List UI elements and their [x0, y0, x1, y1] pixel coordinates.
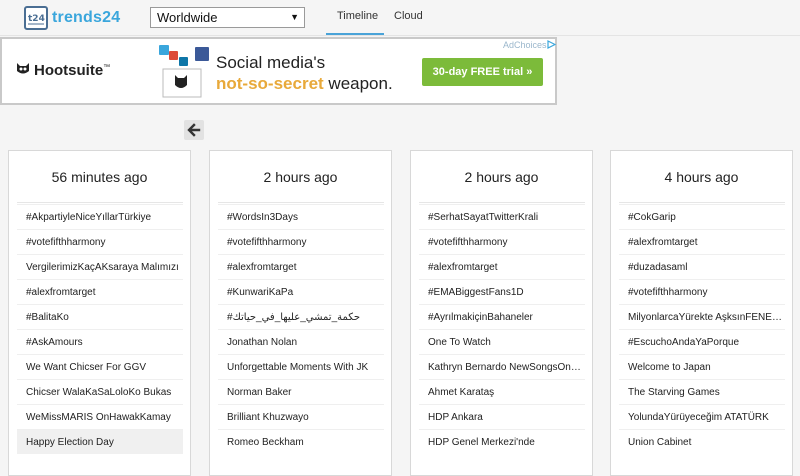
trend-item[interactable]: VergilerimizKaçAKsaraya Malımızı [17, 254, 183, 279]
trend-item[interactable]: Chicser WalaKaSaLoloKo Bukas [17, 379, 183, 404]
trend-item[interactable]: Welcome to Japan [619, 354, 785, 379]
trend-item[interactable]: One To Watch [419, 329, 585, 354]
ad-headline-2: not-so-secret weapon. [216, 74, 393, 93]
trend-item[interactable]: Happy Election Day [17, 429, 183, 454]
ad-cta-button[interactable]: 30-day FREE trial » [422, 58, 543, 86]
svg-text:t24: t24 [28, 14, 45, 24]
trend-item[interactable]: #AyrılmakiçinBahaneler [419, 304, 585, 329]
trend-item[interactable]: #WordsIn3Days [218, 204, 384, 229]
divider [218, 202, 384, 203]
site-name: trends24 [52, 9, 121, 26]
tab-timeline[interactable]: Timeline [337, 10, 378, 22]
trend-item[interactable]: #KunwariKaPa [218, 279, 384, 304]
ad-choices-label[interactable]: AdChoices [503, 40, 547, 50]
trend-item[interactable]: #SerhatSayatTwitterKrali [419, 204, 585, 229]
ad-banner[interactable]: Hootsuite™ Social media's not-so-secret … [0, 37, 557, 105]
trend-item[interactable]: Jonathan Nolan [218, 329, 384, 354]
trend-item[interactable]: #votefifthharmony [419, 229, 585, 254]
trend-item[interactable]: HDP Ankara [419, 404, 585, 429]
active-tab-indicator [326, 33, 384, 35]
trend-item[interactable]: #duzadasaml [619, 254, 785, 279]
trend-card-time: 2 hours ago [464, 169, 539, 185]
trend-card: 2 hours ago #WordsIn3Days #votefifthharm… [209, 150, 392, 476]
trend-item[interactable]: #CokGarip [619, 204, 785, 229]
trend-item[interactable]: #alexfromtarget [218, 254, 384, 279]
region-select-value: Worldwide [157, 10, 218, 25]
trend-item[interactable]: #votefifthharmony [218, 229, 384, 254]
trend-item[interactable]: Romeo Beckham [218, 429, 384, 454]
trend-item[interactable]: #EMABiggestFans1D [419, 279, 585, 304]
trend-item[interactable]: Ahmet Karataş [419, 379, 585, 404]
trend-card-time: 56 minutes ago [51, 169, 148, 185]
logo-icon: t24 [24, 6, 48, 30]
trend-item[interactable]: #BalitaKo [17, 304, 183, 329]
top-navbar: t24 trends24 Worldwide ▼ Timeline Cloud [0, 0, 800, 36]
trend-item[interactable]: We Want Chicser For GGV [17, 354, 183, 379]
site-logo[interactable]: t24 trends24 [24, 6, 120, 30]
trend-item[interactable]: MilyonlarcaYürekte AşksınFENERBAHÇE [619, 304, 785, 329]
arrow-left-icon [187, 123, 201, 137]
trend-card-time: 2 hours ago [263, 169, 338, 185]
trend-item[interactable]: #votefifthharmony [17, 229, 183, 254]
region-select[interactable]: Worldwide ▼ [150, 7, 305, 28]
trend-card: 2 hours ago #SerhatSayatTwitterKrali #vo… [410, 150, 593, 476]
trend-item[interactable]: #AskAmours [17, 329, 183, 354]
owl-icon [17, 63, 29, 74]
chevron-down-icon: ▼ [290, 12, 299, 22]
trend-card: 4 hours ago #CokGarip #alexfromtarget #d… [610, 150, 793, 476]
trend-item[interactable]: WeMissMARIS OnHawakKamay [17, 404, 183, 429]
social-icons-illustration [159, 45, 209, 98]
divider [17, 202, 183, 203]
previous-button[interactable] [184, 120, 204, 140]
divider [619, 202, 785, 203]
trend-item[interactable]: YolundaYürüyeceğim ATATÜRK [619, 404, 785, 429]
divider [419, 202, 585, 203]
ad-brand-name: Hootsuite™ [34, 62, 111, 79]
trend-item[interactable]: #AkpartiyleNiceYıllarTürkiye [17, 204, 183, 229]
trend-item[interactable]: #حكمة_تمشي_عليها_في_حياتك [218, 304, 384, 329]
ad-choices-icon[interactable] [547, 40, 556, 49]
trend-item[interactable]: The Starving Games [619, 379, 785, 404]
trend-item[interactable]: Kathryn Bernardo NewSongsOnSpotify [419, 354, 585, 379]
trend-item[interactable]: #votefifthharmony [619, 279, 785, 304]
tab-cloud[interactable]: Cloud [394, 10, 423, 22]
trend-item[interactable]: #alexfromtarget [619, 229, 785, 254]
ad-headline-1: Social media's [216, 53, 326, 72]
trend-item[interactable]: #alexfromtarget [17, 279, 183, 304]
trend-item[interactable]: HDP Genel Merkezi'nde [419, 429, 585, 454]
trend-item[interactable]: Norman Baker [218, 379, 384, 404]
trend-item[interactable]: Brilliant Khuzwayo [218, 404, 384, 429]
trend-card-time: 4 hours ago [664, 169, 739, 185]
trend-item[interactable]: #alexfromtarget [419, 254, 585, 279]
trend-item[interactable]: #EscuchoAndaYaPorque [619, 329, 785, 354]
trend-item[interactable]: Unforgettable Moments With JK [218, 354, 384, 379]
trend-item[interactable]: Union Cabinet [619, 429, 785, 454]
trend-card: 56 minutes ago #AkpartiyleNiceYıllarTürk… [8, 150, 191, 476]
